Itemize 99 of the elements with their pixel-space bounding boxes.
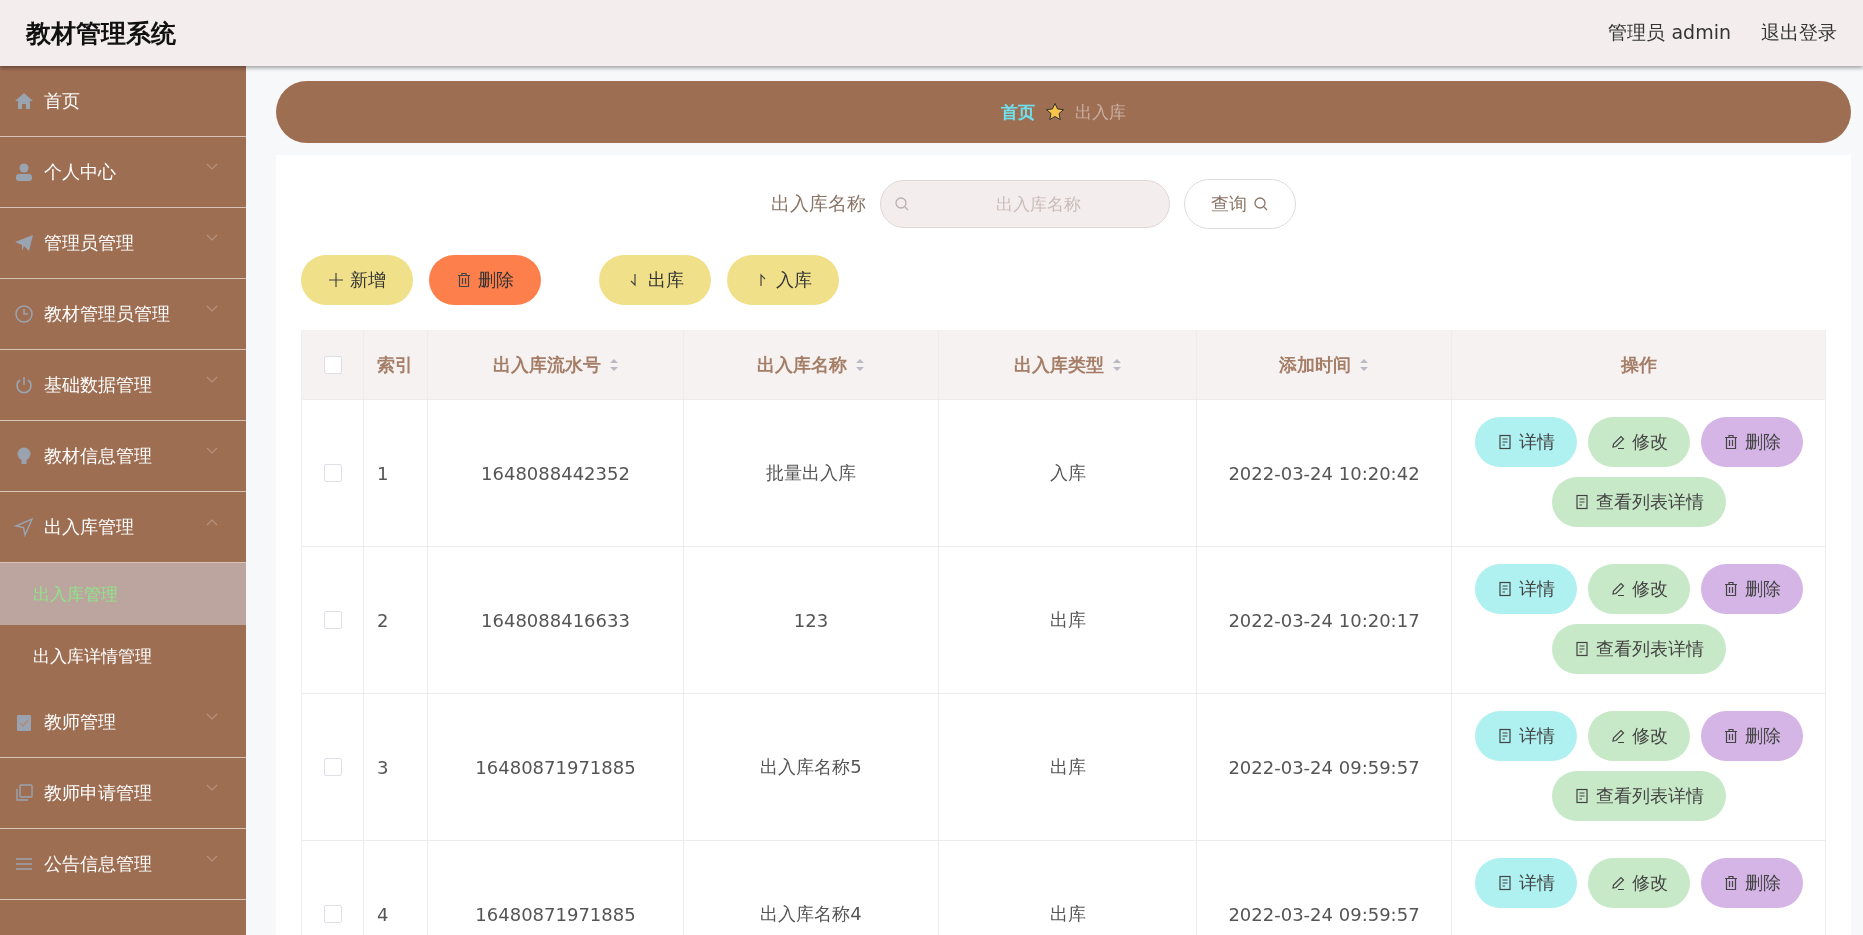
menu-item[interactable]: 教师管理 <box>0 687 246 758</box>
menu-item[interactable]: 首页 <box>0 66 246 137</box>
edit-button[interactable]: 修改 <box>1587 417 1690 467</box>
menu-item[interactable]: 教材管理员管理 <box>0 279 246 350</box>
menu-item[interactable]: 管理员管理 <box>0 208 246 279</box>
chevron-icon <box>206 234 218 242</box>
edit-button[interactable]: 修改 <box>1587 858 1690 908</box>
column-header[interactable]: 出入库流水号 <box>428 330 684 399</box>
index-cell: 4 <box>377 903 389 925</box>
pencil-icon <box>1609 875 1626 891</box>
detail-button[interactable]: 详情 <box>1474 564 1577 614</box>
add-button[interactable]: 新增 <box>301 255 413 305</box>
chevron-icon <box>206 713 218 721</box>
name-cell: 批量出入库 <box>766 461 856 485</box>
column-header[interactable]: 出入库名称 <box>684 330 939 399</box>
list-button[interactable]: 查看列表详情 <box>1551 477 1726 527</box>
trash-icon <box>1722 875 1739 891</box>
delete-button[interactable]: 删除 <box>1700 417 1803 467</box>
document-icon <box>1496 728 1513 744</box>
submenu-item[interactable]: 出入库详情管理 <box>0 625 246 687</box>
checkbox[interactable] <box>323 464 342 482</box>
trash-icon <box>456 272 472 288</box>
menu-item[interactable]: 教材信息管理 <box>0 421 246 492</box>
search-label: 出入库名称 <box>771 191 866 216</box>
column-header[interactable]: 索引 <box>364 330 428 399</box>
chevron-icon <box>206 855 218 863</box>
trash-icon <box>1722 434 1739 450</box>
index-cell: 1 <box>377 462 389 484</box>
type-cell: 出库 <box>1049 608 1086 632</box>
trash-icon <box>1722 581 1739 597</box>
menu-item[interactable]: 公告信息管理 <box>0 829 246 900</box>
logout-link[interactable]: 退出登录 <box>1761 20 1837 46</box>
document-icon <box>1496 581 1513 597</box>
chevron-icon <box>206 784 218 792</box>
menu-item[interactable]: 基础数据管理 <box>0 350 246 421</box>
list-button[interactable]: 查看列表详情 <box>1551 624 1726 674</box>
document-icon <box>1496 875 1513 891</box>
edit-button[interactable]: 修改 <box>1587 564 1690 614</box>
app-title: 教材管理系统 <box>26 17 177 50</box>
chevron-icon <box>206 376 218 384</box>
trash-icon <box>1722 728 1739 744</box>
chevron-icon <box>206 163 218 171</box>
name-cell: 出入库名称5 <box>760 755 862 779</box>
checkbox[interactable] <box>323 905 342 923</box>
menu-item[interactable]: 教师申请管理 <box>0 758 246 829</box>
query-button[interactable]: 查询 <box>1184 179 1296 229</box>
chevron-icon <box>206 447 218 455</box>
detail-button[interactable]: 详情 <box>1474 711 1577 761</box>
type-cell: 出库 <box>1049 755 1086 779</box>
index-cell: 2 <box>377 609 389 631</box>
document-icon <box>1573 494 1590 510</box>
serial-cell: 16480871971885 <box>475 903 636 925</box>
pencil-icon <box>1609 728 1626 744</box>
pencil-icon <box>1609 434 1626 450</box>
checkbox[interactable] <box>323 758 342 776</box>
out-button[interactable]: 出库 <box>599 255 711 305</box>
name-cell: 出入库名称4 <box>760 902 862 926</box>
menu-item[interactable]: 个人中心 <box>0 137 246 208</box>
serial-cell: 16480871971885 <box>475 756 636 778</box>
document-icon <box>1573 641 1590 657</box>
detail-button[interactable]: 详情 <box>1474 858 1577 908</box>
type-cell: 出库 <box>1049 902 1086 926</box>
checkbox[interactable] <box>323 611 342 629</box>
time-cell: 2022-03-24 09:59:57 <box>1228 903 1420 925</box>
document-icon <box>1496 434 1513 450</box>
detail-button[interactable]: 详情 <box>1474 417 1577 467</box>
in-button[interactable]: 入库 <box>727 255 839 305</box>
type-cell: 入库 <box>1049 461 1086 485</box>
column-header[interactable]: 出入库类型 <box>939 330 1197 399</box>
serial-cell: 1648088416633 <box>481 609 630 631</box>
delete-button[interactable]: 删除 <box>429 255 541 305</box>
chevron-icon <box>206 518 218 526</box>
time-cell: 2022-03-24 10:20:17 <box>1228 609 1420 631</box>
sort-icon <box>1111 357 1122 372</box>
delete-button[interactable]: 删除 <box>1700 858 1803 908</box>
sort-icon <box>1359 357 1369 372</box>
search-icon <box>1253 196 1269 212</box>
chevron-icon <box>206 305 218 313</box>
sort-icon <box>608 357 619 372</box>
search-icon <box>894 196 910 212</box>
column-header[interactable]: 添加时间 <box>1197 330 1452 399</box>
checkbox[interactable] <box>323 355 342 374</box>
list-button[interactable]: 查看列表详情 <box>1551 771 1726 821</box>
delete-button[interactable]: 删除 <box>1700 564 1803 614</box>
time-cell: 2022-03-24 10:20:42 <box>1228 462 1420 484</box>
plus-icon <box>328 272 344 288</box>
document-icon <box>1573 788 1590 804</box>
name-cell: 123 <box>793 609 829 631</box>
time-cell: 2022-03-24 09:59:57 <box>1228 756 1420 778</box>
edit-button[interactable]: 修改 <box>1587 711 1690 761</box>
star-icon <box>1045 102 1065 122</box>
column-header[interactable]: 操作 <box>1452 330 1825 399</box>
pencil-icon <box>1609 581 1626 597</box>
delete-button[interactable]: 删除 <box>1700 711 1803 761</box>
breadcrumb-link[interactable]: 首页 <box>1001 100 1035 124</box>
sort-icon <box>855 357 865 372</box>
index-cell: 3 <box>377 756 389 778</box>
user-label: 管理员 admin <box>1608 20 1731 45</box>
serial-cell: 1648088442352 <box>481 462 630 484</box>
